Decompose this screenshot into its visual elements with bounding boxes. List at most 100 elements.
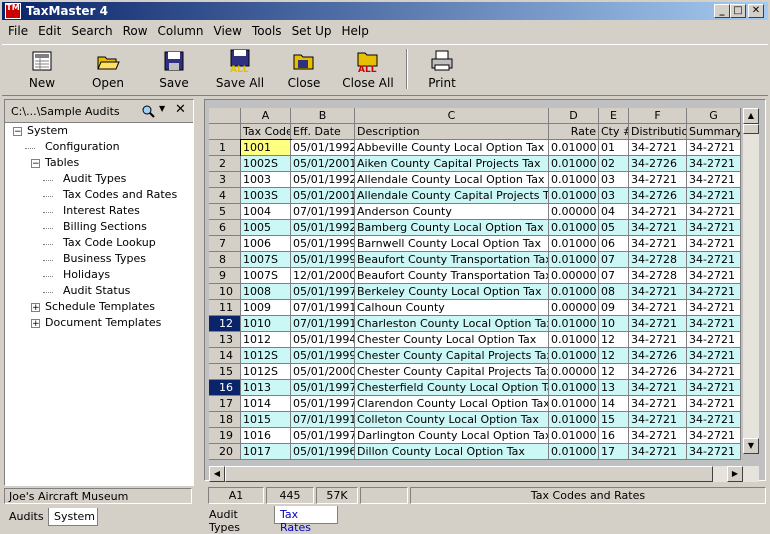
menu-row[interactable]: Row <box>117 22 152 38</box>
tree-expander-icon[interactable]: − <box>13 127 22 137</box>
column-header[interactable]: Description <box>355 124 549 140</box>
table-cell[interactable]: 12 <box>599 364 629 380</box>
table-cell[interactable]: 05/01/2001 <box>291 156 355 172</box>
row-header[interactable]: 19 <box>209 428 241 444</box>
table-cell[interactable]: 34-2721 <box>687 300 741 316</box>
table-cell[interactable]: 34-2721 <box>687 332 741 348</box>
table-cell[interactable]: 1003 <box>241 172 291 188</box>
row-header[interactable]: 6 <box>209 220 241 236</box>
table-cell[interactable]: Darlington County Local Option Tax <box>355 428 549 444</box>
save-button[interactable]: Save <box>146 49 202 93</box>
menu-column[interactable]: Column <box>152 22 208 38</box>
table-cell[interactable]: 1005 <box>241 220 291 236</box>
table-cell[interactable]: Bamberg County Local Option Tax <box>355 220 549 236</box>
row-header[interactable]: 11 <box>209 300 241 316</box>
tree-item[interactable]: Billing Sections <box>63 220 147 233</box>
table-cell[interactable]: 1007S <box>241 252 291 268</box>
table-cell[interactable]: 1001 <box>240 139 292 157</box>
table-cell[interactable]: 0.01000 <box>549 332 599 348</box>
table-cell[interactable]: 0.01000 <box>549 236 599 252</box>
table-cell[interactable]: 01 <box>599 140 629 156</box>
table-cell[interactable]: Abbeville County Local Option Tax <box>355 140 549 156</box>
table-cell[interactable]: 1006 <box>241 236 291 252</box>
table-cell[interactable]: 0.01000 <box>549 412 599 428</box>
table-cell[interactable]: 34-2721 <box>687 284 741 300</box>
table-cell[interactable]: 07/01/1991 <box>291 412 355 428</box>
table-cell[interactable]: 10 <box>599 316 629 332</box>
table-cell[interactable]: 0.01000 <box>549 172 599 188</box>
menu-setup[interactable]: Set Up <box>286 22 336 38</box>
minimize-button[interactable]: _ <box>714 4 730 18</box>
table-cell[interactable]: 34-2721 <box>629 204 687 220</box>
tree-item[interactable]: Interest Rates <box>63 204 140 217</box>
chevron-down-icon[interactable]: ▼ <box>159 104 165 113</box>
table-cell[interactable]: 34-2721 <box>687 156 741 172</box>
tree-item[interactable]: Tax Codes and Rates <box>63 188 177 201</box>
table-cell[interactable]: 05/01/1999 <box>291 236 355 252</box>
table-cell[interactable]: 34-2721 <box>687 220 741 236</box>
table-cell[interactable]: 1004 <box>241 204 291 220</box>
column-header[interactable]: Distribution <box>629 124 687 140</box>
table-cell[interactable]: Calhoun County <box>355 300 549 316</box>
table-cell[interactable]: 34-2721 <box>687 140 741 156</box>
tree-expander-icon[interactable]: + <box>31 303 40 313</box>
table-cell[interactable]: 34-2721 <box>629 412 687 428</box>
table-cell[interactable]: 13 <box>599 380 629 396</box>
table-cell[interactable]: 04 <box>599 204 629 220</box>
table-cell[interactable]: 0.00000 <box>549 268 599 284</box>
scroll-left-icon[interactable]: ◀ <box>209 466 225 482</box>
table-cell[interactable]: 34-2728 <box>629 252 687 268</box>
row-header[interactable]: 2 <box>209 156 241 172</box>
table-cell[interactable]: 1007S <box>241 268 291 284</box>
table-cell[interactable]: 08 <box>599 284 629 300</box>
table-cell[interactable]: 1012 <box>241 332 291 348</box>
table-cell[interactable]: Beaufort County Transportation Tax <box>355 268 549 284</box>
row-header[interactable]: 16 <box>209 380 241 396</box>
tree-item[interactable]: Audit Status <box>63 284 130 297</box>
table-cell[interactable]: 34-2721 <box>687 316 741 332</box>
table-cell[interactable]: 12/01/2000 <box>291 268 355 284</box>
table-cell[interactable]: 1008 <box>241 284 291 300</box>
table-cell[interactable]: 34-2726 <box>629 188 687 204</box>
tree-item[interactable]: Audit Types <box>63 172 126 185</box>
table-cell[interactable]: 05/01/1994 <box>291 332 355 348</box>
close-button[interactable]: ✕ <box>748 4 764 18</box>
table-cell[interactable]: 34-2721 <box>687 172 741 188</box>
row-header[interactable]: 3 <box>209 172 241 188</box>
table-cell[interactable]: 34-2721 <box>687 204 741 220</box>
table-cell[interactable]: 0.01000 <box>549 316 599 332</box>
column-letter[interactable]: F <box>629 108 687 124</box>
table-cell[interactable]: 1012S <box>241 348 291 364</box>
maximize-button[interactable]: □ <box>730 4 746 18</box>
table-cell[interactable]: 07 <box>599 252 629 268</box>
table-cell[interactable]: 0.00000 <box>549 300 599 316</box>
table-cell[interactable]: 1013 <box>241 380 291 396</box>
column-letter[interactable]: A <box>241 108 291 124</box>
table-cell[interactable]: 34-2721 <box>629 428 687 444</box>
table-cell[interactable]: 1012S <box>241 364 291 380</box>
table-cell[interactable]: 1003S <box>241 188 291 204</box>
new-button[interactable]: New <box>14 49 70 93</box>
close-all-button[interactable]: ALL Close All <box>340 49 396 93</box>
row-header[interactable]: 17 <box>209 396 241 412</box>
table-cell[interactable]: 34-2721 <box>687 412 741 428</box>
table-cell[interactable]: 07 <box>599 268 629 284</box>
table-cell[interactable]: 34-2721 <box>629 284 687 300</box>
search-icon[interactable] <box>141 104 155 121</box>
tree-expander-icon[interactable]: + <box>31 319 40 329</box>
table-cell[interactable]: 0.01000 <box>549 348 599 364</box>
tree-item[interactable]: Tables <box>45 156 79 169</box>
table-cell[interactable]: Berkeley County Local Option Tax <box>355 284 549 300</box>
table-cell[interactable]: Colleton County Local Option Tax <box>355 412 549 428</box>
vertical-scrollbar[interactable]: ▲ ▼ <box>743 108 759 454</box>
table-cell[interactable]: 34-2721 <box>629 380 687 396</box>
table-cell[interactable]: 34-2721 <box>629 332 687 348</box>
row-header[interactable]: 15 <box>209 364 241 380</box>
table-cell[interactable]: 34-2728 <box>629 268 687 284</box>
tree-item[interactable]: Business Types <box>63 252 146 265</box>
table-cell[interactable]: 02 <box>599 156 629 172</box>
column-letter[interactable]: G <box>687 108 741 124</box>
column-header[interactable]: Summary G <box>687 124 741 140</box>
table-cell[interactable]: Chester County Local Option Tax <box>355 332 549 348</box>
table-cell[interactable]: 09 <box>599 300 629 316</box>
